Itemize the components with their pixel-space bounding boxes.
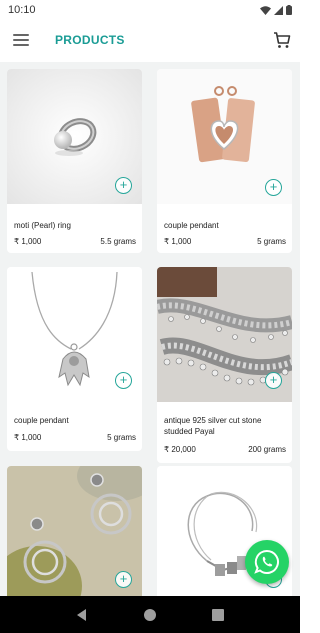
product-price: ₹ 1,000 bbox=[14, 237, 42, 246]
product-name: couple pendant bbox=[14, 416, 69, 425]
product-card[interactable]: + moti (Pearl) ring ₹ 1,000 5.5 grams bbox=[7, 69, 142, 253]
add-to-cart-button[interactable]: + bbox=[115, 372, 132, 389]
status-time: 10:10 bbox=[8, 4, 36, 16]
page-title: PRODUCTS bbox=[55, 33, 125, 47]
recents-icon[interactable] bbox=[211, 608, 225, 622]
product-weight: 5 grams bbox=[257, 237, 286, 246]
add-to-cart-button[interactable]: + bbox=[115, 571, 132, 588]
whatsapp-icon bbox=[254, 549, 279, 574]
product-card[interactable]: + couple pendant ₹ 1,000 5 grams bbox=[7, 267, 142, 451]
product-name: couple pendant bbox=[164, 221, 219, 230]
product-card[interactable]: + couple pendant ₹ 1,000 5 grams bbox=[157, 69, 292, 253]
hamburger-menu-icon[interactable] bbox=[13, 34, 29, 48]
product-weight: 5.5 grams bbox=[100, 237, 136, 246]
cart-icon[interactable] bbox=[272, 30, 292, 50]
product-price: ₹ 1,000 bbox=[164, 237, 192, 246]
signal-icon bbox=[274, 5, 283, 15]
product-card[interactable]: + antique 925 silver cut stone studded P… bbox=[157, 267, 292, 463]
product-weight: 200 grams bbox=[248, 445, 286, 454]
add-to-cart-button[interactable]: + bbox=[265, 179, 282, 196]
product-grid: + moti (Pearl) ring ₹ 1,000 5.5 grams + … bbox=[0, 62, 300, 596]
home-icon[interactable] bbox=[143, 608, 157, 622]
product-price: ₹ 1,000 bbox=[14, 433, 42, 442]
add-to-cart-button[interactable]: + bbox=[115, 177, 132, 194]
status-bar: 10:10 bbox=[0, 0, 300, 20]
product-weight: 5 grams bbox=[107, 433, 136, 442]
status-icons bbox=[260, 5, 292, 15]
product-name: moti (Pearl) ring bbox=[14, 221, 71, 230]
product-card[interactable]: + bbox=[7, 466, 142, 596]
add-to-cart-button[interactable]: + bbox=[265, 372, 282, 389]
wifi-icon bbox=[260, 5, 271, 15]
back-icon[interactable] bbox=[75, 608, 89, 622]
app-bar: PRODUCTS bbox=[0, 20, 300, 62]
product-price: ₹ 20,000 bbox=[164, 445, 196, 454]
whatsapp-chat-button[interactable] bbox=[245, 540, 289, 584]
system-navigation-bar bbox=[0, 596, 300, 633]
battery-icon bbox=[286, 5, 292, 15]
product-name: antique 925 silver cut stone studded Pay… bbox=[164, 416, 262, 436]
